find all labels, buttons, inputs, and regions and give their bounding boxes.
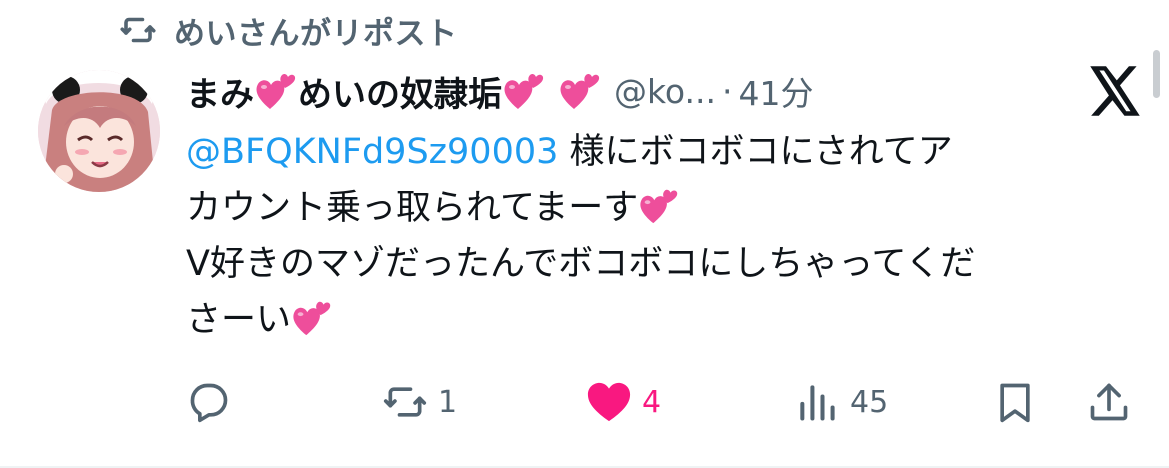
body-line-1: 様にボコボコにされてア [558, 132, 953, 172]
avatar[interactable] [38, 70, 160, 192]
two-hearts-emoji-icon [638, 185, 680, 227]
author-name-part2: めいの奴隷垢 [298, 74, 502, 115]
two-hearts-emoji-icon [291, 297, 333, 339]
author-handle[interactable]: @ko... [614, 72, 716, 111]
tweet-body: @BFQKNFd9Sz90003 様にボコボコにされてア カウント乗っ取られてま… [186, 124, 1146, 348]
action-bar: 1 4 45 [186, 372, 1146, 432]
separator-dot: · [722, 71, 733, 111]
views-count: 45 [850, 384, 889, 420]
reply-button[interactable] [186, 372, 232, 432]
body-line-4: さーい [186, 300, 292, 340]
bookmark-icon [992, 379, 1038, 425]
repost-indicator: めいさんがリポスト [120, 8, 458, 52]
tweet-header: まみ めいの奴隷垢 @ko... · 41分 [186, 62, 814, 120]
body-line-2: カウント乗っ取られてまーす [186, 188, 639, 228]
views-icon [794, 379, 840, 425]
tweet-timestamp[interactable]: 41分 [739, 67, 814, 115]
heart-icon [586, 379, 632, 425]
two-hearts-emoji-icon [502, 69, 546, 113]
repost-icon [382, 379, 428, 425]
repost-label: めいさんがリポスト [174, 15, 458, 52]
reply-icon [186, 379, 232, 425]
author-name[interactable]: まみ めいの奴隷垢 [186, 67, 602, 116]
share-icon [1086, 379, 1132, 425]
repost-icon [120, 12, 156, 48]
bookmark-button[interactable] [992, 372, 1038, 432]
scrollbar[interactable] [1153, 50, 1160, 98]
like-count: 4 [642, 384, 662, 420]
repost-button[interactable]: 1 [382, 372, 457, 432]
body-line-3: V好きのマゾだったんでボコボコにしちゃってくだ [186, 244, 976, 284]
two-hearts-emoji-icon [558, 69, 602, 113]
share-button[interactable] [1086, 372, 1132, 432]
author-name-part1: まみ [186, 74, 254, 115]
repost-count: 1 [438, 384, 458, 420]
like-button[interactable]: 4 [586, 372, 661, 432]
mention-link[interactable]: @BFQKNFd9Sz90003 [186, 132, 558, 172]
x-logo-icon [1088, 66, 1142, 116]
views-button[interactable]: 45 [794, 372, 888, 432]
two-hearts-emoji-icon [254, 69, 298, 113]
